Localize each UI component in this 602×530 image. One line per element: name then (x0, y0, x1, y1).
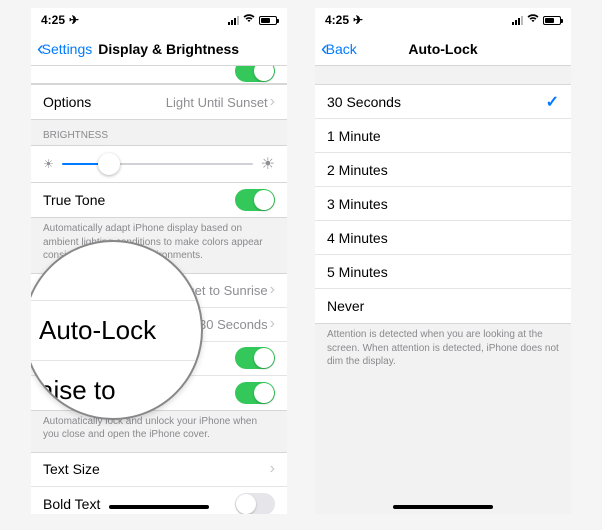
chevron-right-icon: › (270, 281, 275, 299)
location-icon: ✈ (353, 13, 363, 27)
chevron-right-icon: › (270, 460, 275, 478)
screenshot-auto-lock: 4:25 ✈ ‹ Back Auto-Lock 30 Seconds ✓ 1 Min… (315, 8, 571, 514)
lock-note: Automatically lock and unlock your iPhon… (31, 411, 287, 452)
nav-bar: ‹ Settings Display & Brightness (31, 32, 287, 66)
brightness-header: BRIGHTNESS (31, 120, 287, 145)
row-label: Text Size (43, 461, 100, 477)
bold-text-row: Bold Text (31, 487, 287, 515)
auto-lock-options-list: 30 Seconds ✓ 1 Minute 2 Minutes 3 Minutes 4 M… (315, 84, 571, 324)
nav-bar: ‹ Back Auto-Lock (315, 32, 571, 66)
attention-note: Attention is detected when you are looki… (315, 324, 571, 379)
nav-title: Auto-Lock (315, 41, 571, 57)
status-time: 4:25 (325, 13, 349, 27)
home-indicator[interactable] (393, 505, 493, 509)
option-label: 3 Minutes (327, 196, 388, 212)
brightness-high-icon: ☀ (261, 154, 275, 174)
back-button[interactable]: ‹ Settings (37, 39, 92, 59)
back-label: Settings (42, 41, 93, 57)
auto-lock-option[interactable]: 1 Minute (315, 119, 571, 153)
auto-lock-option[interactable]: 2 Minutes (315, 153, 571, 187)
cellular-signal-icon (512, 16, 523, 25)
wifi-icon (527, 14, 539, 26)
row-label: Options (43, 94, 91, 110)
location-icon: ✈ (69, 13, 79, 27)
row-value: Light Until Sunset (166, 95, 268, 110)
status-time: 4:25 (41, 13, 65, 27)
magnified-auto-lock: Auto-Lock (31, 300, 201, 361)
battery-icon (259, 16, 277, 25)
option-label: 1 Minute (327, 128, 381, 144)
true-tone-toggle[interactable] (235, 189, 275, 211)
chevron-right-icon: › (270, 93, 275, 111)
auto-lock-option[interactable]: 30 Seconds ✓ (315, 85, 571, 119)
battery-icon (543, 16, 561, 25)
bold-text-toggle[interactable] (235, 493, 275, 515)
row-label: True Tone (43, 192, 105, 208)
partial-row (31, 66, 287, 84)
status-bar: 4:25 ✈ (31, 8, 287, 32)
lock-toggle[interactable] (235, 382, 275, 404)
cellular-signal-icon (228, 16, 239, 25)
option-label: Never (327, 298, 364, 314)
option-label: 2 Minutes (327, 162, 388, 178)
wifi-icon (243, 14, 255, 26)
option-label: 4 Minutes (327, 230, 388, 246)
nav-title: Display & Brightness (98, 41, 239, 57)
slider-thumb[interactable] (98, 153, 120, 175)
auto-lock-option[interactable]: Never (315, 289, 571, 323)
brightness-slider[interactable] (62, 163, 253, 165)
text-size-row[interactable]: Text Size › (31, 453, 287, 487)
chevron-right-icon: › (270, 315, 275, 333)
option-label: 30 Seconds (327, 94, 401, 110)
options-row[interactable]: Options Light Until Sunset › (31, 85, 287, 119)
true-tone-row: True Tone (31, 183, 287, 217)
auto-lock-option[interactable]: 4 Minutes (315, 221, 571, 255)
raise-toggle[interactable] (235, 347, 275, 369)
toggle-switch[interactable] (235, 66, 275, 82)
row-label: Bold Text (43, 496, 100, 512)
magnifier-callout: Auto-Lock aise to (31, 240, 203, 420)
home-indicator[interactable] (109, 505, 209, 509)
row-value: 30 Seconds (199, 317, 268, 332)
option-label: 5 Minutes (327, 264, 388, 280)
checkmark-icon: ✓ (546, 92, 559, 112)
auto-lock-option[interactable]: 3 Minutes (315, 187, 571, 221)
brightness-slider-row: ☀ ☀ (31, 145, 287, 182)
status-bar: 4:25 ✈ (315, 8, 571, 32)
brightness-low-icon: ☀ (43, 157, 54, 171)
auto-lock-option[interactable]: 5 Minutes (315, 255, 571, 289)
screenshot-display-brightness: 4:25 ✈ ‹ Settings Display & Brightness (31, 8, 287, 514)
